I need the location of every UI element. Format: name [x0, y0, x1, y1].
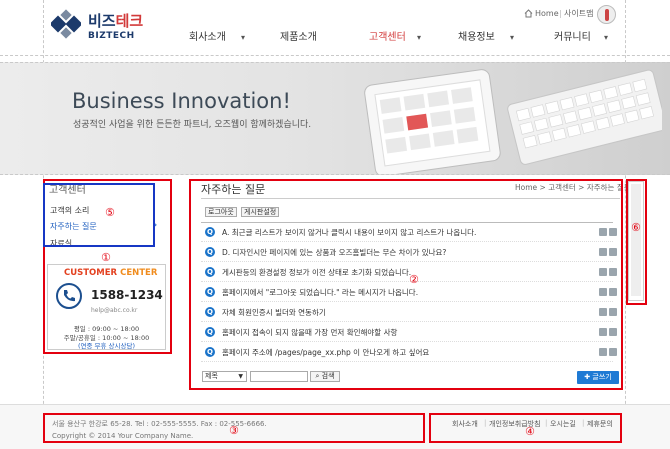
- logo-icon[interactable]: [51, 9, 81, 39]
- logo-name-accent: 테크: [115, 12, 144, 30]
- annotation-label-3: ③: [229, 424, 239, 437]
- logo-subtitle: BIZTECH: [88, 31, 135, 41]
- header-divider: |: [559, 9, 562, 18]
- annotation-label-4: ④: [525, 425, 535, 438]
- guide-line: [0, 55, 670, 56]
- avatar[interactable]: [597, 5, 616, 24]
- logo-title[interactable]: 비즈테크: [88, 13, 143, 29]
- annotation-box-6: [626, 179, 647, 305]
- sitemap-link[interactable]: 사이트맵: [564, 9, 593, 19]
- nav-item-recruit[interactable]: 채용정보: [458, 32, 495, 44]
- banner-title: Business Innovation!: [72, 89, 291, 113]
- nav-item-products[interactable]: 제품소개: [280, 32, 317, 44]
- nav-item-company[interactable]: 회사소개: [189, 32, 226, 44]
- nav-item-community[interactable]: 커뮤니티: [554, 32, 591, 44]
- avatar-icon: [605, 9, 609, 21]
- annotation-box-2: [189, 179, 623, 390]
- banner-subtitle: 성공적인 사업을 위한 든든한 파트너, 오즈웹이 함께하겠습니다.: [73, 120, 312, 130]
- annotation-box-5: [43, 183, 155, 247]
- banner-devices-image: [364, 69, 662, 174]
- chevron-down-icon: ▾: [510, 33, 515, 42]
- annotation-label-1: ①: [101, 251, 111, 264]
- nav-item-customer-center[interactable]: 고객센터: [369, 32, 406, 44]
- logo-name-main: 비즈: [88, 12, 116, 30]
- annotation-label-5: ⑤: [105, 206, 115, 219]
- home-icon: [524, 9, 533, 18]
- annotation-label-6: ⑥: [631, 221, 641, 234]
- chevron-down-icon: ▾: [241, 33, 246, 42]
- annotation-label-2: ②: [409, 273, 419, 286]
- page: { "logo": {"name_main": "비즈", "name_acce…: [0, 0, 670, 449]
- home-link[interactable]: Home: [535, 9, 559, 19]
- chevron-down-icon: ▾: [417, 33, 422, 42]
- chevron-down-icon: ▾: [604, 33, 609, 42]
